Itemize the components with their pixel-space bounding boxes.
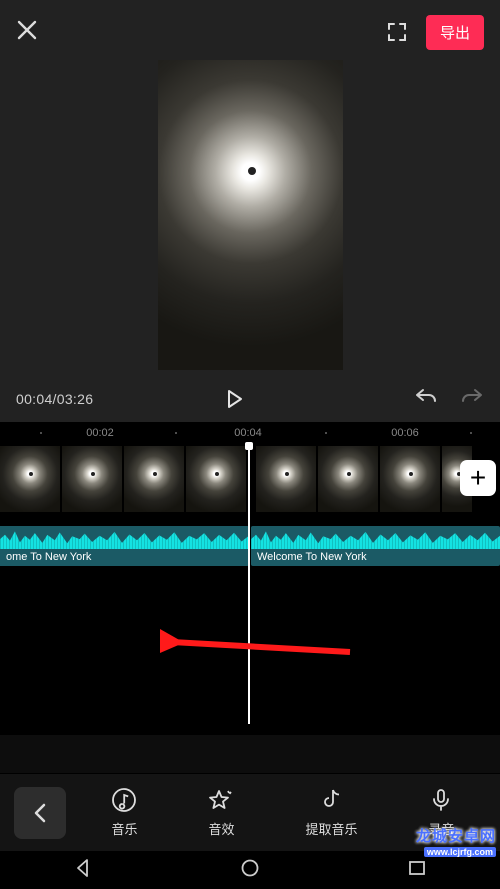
- clip-thumbnail[interactable]: [318, 446, 378, 512]
- audio-clip[interactable]: Welcome To New York: [251, 526, 500, 566]
- tool-record[interactable]: 录音: [428, 787, 454, 838]
- tool-label: 音乐: [111, 819, 137, 838]
- top-right-group: 导出: [386, 15, 484, 50]
- clip-thumbnail[interactable]: [62, 446, 122, 512]
- preview-area: [0, 58, 500, 380]
- waveform: [0, 527, 249, 549]
- nav-home-icon[interactable]: [239, 857, 261, 884]
- tool-extract[interactable]: 提取音乐: [305, 787, 357, 838]
- timeline-area[interactable]: 00:02 00:04 00:06 + ome To New York Welc…: [0, 422, 500, 735]
- time-ruler[interactable]: 00:02 00:04 00:06: [0, 422, 500, 444]
- export-button[interactable]: 导出: [426, 15, 484, 50]
- play-icon[interactable]: [222, 387, 246, 411]
- player-controls: 00:04/03:26: [0, 380, 500, 422]
- undo-icon[interactable]: [414, 387, 438, 412]
- audio-clip-label: Welcome To New York: [251, 549, 500, 564]
- top-bar: 导出: [0, 0, 500, 58]
- tool-sfx[interactable]: 音效: [208, 787, 234, 838]
- tool-items: 音乐 音效 提取音乐 录音: [76, 787, 500, 838]
- clip-thumbnail[interactable]: [124, 446, 184, 512]
- microphone-icon: [428, 787, 454, 813]
- audio-clip-label: ome To New York: [0, 549, 249, 564]
- add-clip-button[interactable]: +: [460, 460, 496, 496]
- tool-label: 录音: [428, 819, 454, 838]
- ruler-mark: 00:02: [86, 427, 114, 439]
- nav-back-icon[interactable]: [72, 857, 94, 884]
- system-nav-bar: [0, 851, 500, 889]
- ruler-mark: 00:06: [391, 427, 419, 439]
- clip-thumbnail[interactable]: [0, 446, 60, 512]
- audio-track[interactable]: ome To New York Welcome To New York: [0, 526, 500, 566]
- audio-clip[interactable]: ome To New York: [0, 526, 249, 566]
- preview-canvas[interactable]: [158, 60, 343, 370]
- tool-label: 音效: [208, 819, 234, 838]
- time-display: 00:04/03:26: [16, 391, 93, 407]
- close-icon[interactable]: [16, 19, 38, 45]
- tool-back-button[interactable]: [14, 787, 66, 839]
- star-sparkle-icon: [208, 787, 234, 813]
- tool-music[interactable]: 音乐: [111, 787, 137, 838]
- music-note-icon: [111, 787, 137, 813]
- tool-label: 提取音乐: [305, 819, 357, 838]
- clip-thumbnail[interactable]: [256, 446, 316, 512]
- waveform: [251, 527, 500, 549]
- playhead[interactable]: [248, 444, 250, 724]
- tool-bar: 音乐 音效 提取音乐 录音: [0, 773, 500, 851]
- clip-thumbnail[interactable]: [380, 446, 440, 512]
- redo-icon[interactable]: [460, 387, 484, 412]
- ruler-mark: 00:04: [234, 427, 262, 439]
- video-track[interactable]: +: [0, 446, 500, 512]
- clip-thumbnail[interactable]: [186, 446, 246, 512]
- nav-recent-icon[interactable]: [406, 857, 428, 884]
- fullscreen-icon[interactable]: [386, 21, 408, 43]
- annotation-arrow-icon: [160, 622, 360, 682]
- bottom-area: 音乐 音效 提取音乐 录音: [0, 773, 500, 851]
- tiktok-note-icon: [318, 787, 344, 813]
